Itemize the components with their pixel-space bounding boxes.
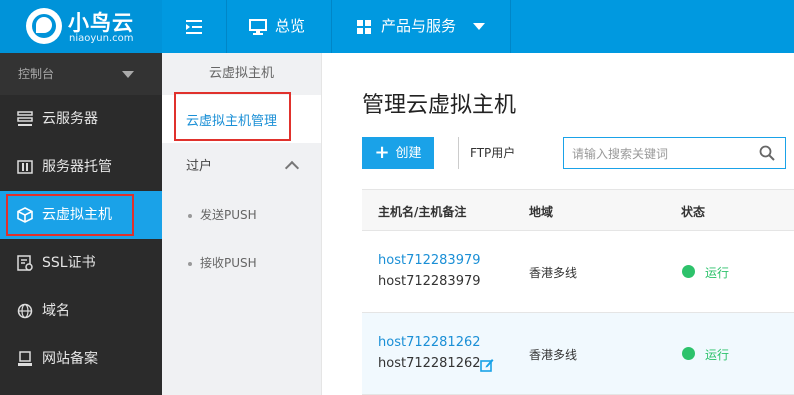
main-content: 管理云虚拟主机 + 创建 FTP用户 主机名/主机备注 地域 状态 host712… [322, 53, 794, 395]
top-bar: 小鸟云 niaoyun.com 总览 产品与服务 [0, 0, 794, 53]
sidebar-item-label: 网站备案 [42, 351, 98, 367]
nav-overview-label: 总览 [275, 17, 306, 35]
sidebar-item-icp-filing[interactable]: 网站备案 [0, 335, 162, 383]
nav-products-label: 产品与服务 [381, 17, 457, 35]
sidebar-item-label: 域名 [42, 303, 70, 319]
nav-divider [510, 0, 511, 53]
bullet-icon [188, 261, 192, 266]
edit-icon[interactable] [480, 358, 494, 372]
console-label: 控制台 [18, 67, 55, 81]
nav-products-dropdown[interactable]: 产品与服务 [357, 0, 485, 53]
plus-icon: + [374, 142, 390, 163]
bullet-icon [188, 213, 192, 218]
sidebar-item-virtual-host[interactable]: 云虚拟主机 [0, 191, 162, 239]
server-stack-icon [17, 111, 33, 126]
stamp-icon [18, 351, 32, 366]
subnav-item-label: 云虚拟主机管理 [186, 114, 278, 129]
page-title: 管理云虚拟主机 [362, 93, 517, 118]
create-button-label: 创建 [395, 146, 422, 161]
chevron-up-icon [284, 160, 300, 176]
table-row: host712283979 host712283979 香港多线 运行 [362, 231, 794, 313]
nav-overview[interactable]: 总览 [249, 0, 305, 53]
brand-domain: niaoyun.com [69, 33, 134, 44]
globe-icon [17, 303, 33, 319]
create-button[interactable]: + 创建 [362, 137, 434, 169]
caret-down-icon [122, 71, 134, 78]
column-header-region: 地域 [529, 205, 554, 219]
host-note: host712281262 [378, 356, 481, 371]
search-icon[interactable] [759, 145, 775, 161]
table-header: 主机名/主机备注 地域 状态 [362, 189, 794, 231]
search-input[interactable] [572, 144, 752, 164]
nav-divider [331, 0, 332, 53]
monitor-icon [249, 18, 267, 35]
sidebar-item-label: 服务器托管 [42, 159, 112, 175]
ftp-users-link[interactable]: FTP用户 [470, 137, 515, 169]
sidebar-item-server-hosting[interactable]: 服务器托管 [0, 143, 162, 191]
sidebar-item-cloud-server[interactable]: 云服务器 [0, 95, 162, 143]
nav-divider [226, 0, 227, 53]
hosting-icon [17, 160, 33, 174]
sidebar-item-label: 云服务器 [42, 111, 98, 127]
status-indicator [682, 347, 695, 360]
brand-logo[interactable]: 小鸟云 niaoyun.com [0, 0, 162, 53]
grid-icon [357, 19, 371, 34]
toolbar-divider [458, 137, 459, 169]
caret-down-icon [472, 22, 485, 30]
status-text: 运行 [705, 348, 730, 362]
certificate-icon [17, 255, 33, 271]
table-row: host712281262 host712281262 香港多线 运行 [362, 313, 794, 395]
sidebar-item-label: 云虚拟主机 [42, 207, 112, 223]
console-dropdown[interactable]: 控制台 [0, 53, 162, 95]
host-name-link[interactable]: host712283979 [378, 253, 481, 268]
subnav-item-receive-push[interactable]: 接收PUSH [162, 239, 321, 287]
subnav-item-send-push[interactable]: 发送PUSH [162, 191, 321, 239]
subnav-item-label: 接收PUSH [200, 256, 257, 270]
search-box [563, 137, 786, 169]
subnav-group-label: 过户 [186, 159, 213, 174]
subnav-item-label: 发送PUSH [200, 208, 257, 222]
menu-toggle-button[interactable] [186, 0, 206, 53]
region-cell: 香港多线 [529, 266, 578, 280]
status-indicator [682, 265, 695, 278]
subnav-group-transfer[interactable]: 过户 [162, 143, 321, 191]
sidebar-item-label: SSL证书 [42, 255, 96, 271]
subnav-title: 云虚拟主机 [208, 66, 274, 81]
column-header-host: 主机名/主机备注 [378, 205, 467, 219]
region-cell: 香港多线 [529, 348, 578, 362]
status-text: 运行 [705, 266, 730, 280]
bird-logo-icon [26, 8, 62, 44]
sub-navigation: 云虚拟主机 云虚拟主机管理 过户 发送PUSH 接收PUSH [162, 53, 322, 395]
sidebar: 控制台 云服务器 服务器托管 云虚拟主机 SSL证书 域名 网站备案 [0, 53, 162, 395]
column-header-status: 状态 [681, 205, 706, 219]
host-name-link[interactable]: host712281262 [378, 335, 481, 350]
sidebar-item-ssl[interactable]: SSL证书 [0, 239, 162, 287]
cube-icon [17, 207, 33, 223]
sidebar-item-domain[interactable]: 域名 [0, 287, 162, 335]
host-note: host712283979 [378, 274, 481, 289]
subnav-item-manage-virtual-host[interactable]: 云虚拟主机管理 [162, 92, 321, 143]
menu-collapse-icon [186, 19, 202, 34]
